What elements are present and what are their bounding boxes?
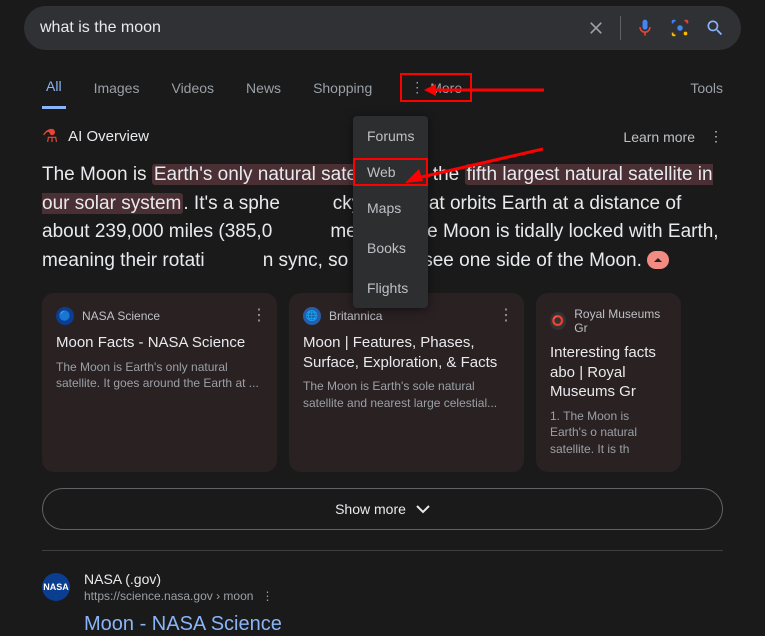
favicon-icon: ⭕ — [550, 312, 566, 330]
result-url: https://science.nasa.gov › moon — [84, 589, 253, 603]
tab-videos[interactable]: Videos — [167, 68, 218, 108]
card-title: Moon | Features, Phases, Surface, Explor… — [303, 333, 510, 372]
card-desc: 1. The Moon is Earth's o natural satelli… — [550, 408, 667, 458]
flask-icon: ⚗ — [42, 126, 58, 147]
search-input[interactable] — [40, 19, 586, 37]
card-source: Britannica — [329, 309, 382, 323]
result-favicon-icon: NASA — [42, 573, 70, 601]
search-icon[interactable] — [705, 18, 725, 38]
search-result[interactable]: NASA NASA (.gov) https://science.nasa.go… — [42, 571, 723, 603]
source-card[interactable]: 🌐 Britannica ⋮ Moon | Features, Phases, S… — [289, 293, 524, 472]
dropdown-books[interactable]: Books — [353, 228, 428, 268]
learn-more-link[interactable]: Learn more — [623, 129, 695, 145]
chevron-down-icon — [416, 501, 430, 517]
source-card[interactable]: 🔵 NASA Science ⋮ Moon Facts - NASA Scienc… — [42, 293, 277, 472]
favicon-icon: 🌐 — [303, 307, 321, 325]
overview-part: The Moon is — [42, 164, 152, 185]
show-more-label: Show more — [335, 501, 406, 517]
overview-highlight: Earth's only natural satell — [152, 164, 368, 185]
card-title: Interesting facts abo | Royal Museums Gr — [550, 343, 667, 402]
card-menu-icon[interactable]: ⋮ — [498, 305, 514, 325]
annotation-arrow-icon — [403, 139, 543, 189]
card-desc: The Moon is Earth's sole natural satelli… — [303, 378, 510, 412]
card-desc: The Moon is Earth's only natural satelli… — [56, 359, 263, 393]
more-dots-icon: ⋮ — [410, 79, 424, 96]
divider — [620, 16, 621, 40]
lens-icon[interactable] — [669, 17, 691, 39]
tabs-bar: All Images Videos News Shopping ⋮ More T… — [0, 66, 765, 110]
card-menu-icon[interactable]: ⋮ — [251, 305, 267, 325]
clear-icon[interactable] — [586, 18, 606, 38]
card-title: Moon Facts - NASA Science — [56, 333, 263, 353]
result-menu-icon[interactable]: ⋮ — [261, 589, 273, 603]
divider — [42, 550, 723, 551]
tab-shopping[interactable]: Shopping — [309, 68, 376, 108]
source-card[interactable]: ⭕ Royal Museums Gr Interesting facts abo … — [536, 293, 681, 472]
collapse-icon[interactable] — [647, 251, 669, 269]
mic-icon[interactable] — [635, 16, 655, 40]
source-cards: 🔵 NASA Science ⋮ Moon Facts - NASA Scienc… — [42, 293, 723, 472]
tab-news[interactable]: News — [242, 68, 285, 108]
card-source: NASA Science — [82, 309, 160, 323]
favicon-icon: 🔵 — [56, 307, 74, 325]
tab-images[interactable]: Images — [90, 68, 144, 108]
annotation-arrow-icon — [424, 80, 544, 100]
result-title-link[interactable]: Moon - NASA Science — [84, 613, 723, 636]
dropdown-maps[interactable]: Maps — [353, 188, 428, 228]
tools-button[interactable]: Tools — [690, 80, 723, 96]
ai-menu-icon[interactable]: ⋮ — [709, 128, 723, 145]
dropdown-flights[interactable]: Flights — [353, 268, 428, 308]
ai-overview-title: AI Overview — [68, 128, 149, 145]
tab-all[interactable]: All — [42, 66, 66, 109]
show-more-button[interactable]: Show more — [42, 488, 723, 530]
search-bar — [24, 6, 741, 50]
card-source: Royal Museums Gr — [574, 307, 667, 335]
result-source: NASA (.gov) — [84, 571, 273, 587]
